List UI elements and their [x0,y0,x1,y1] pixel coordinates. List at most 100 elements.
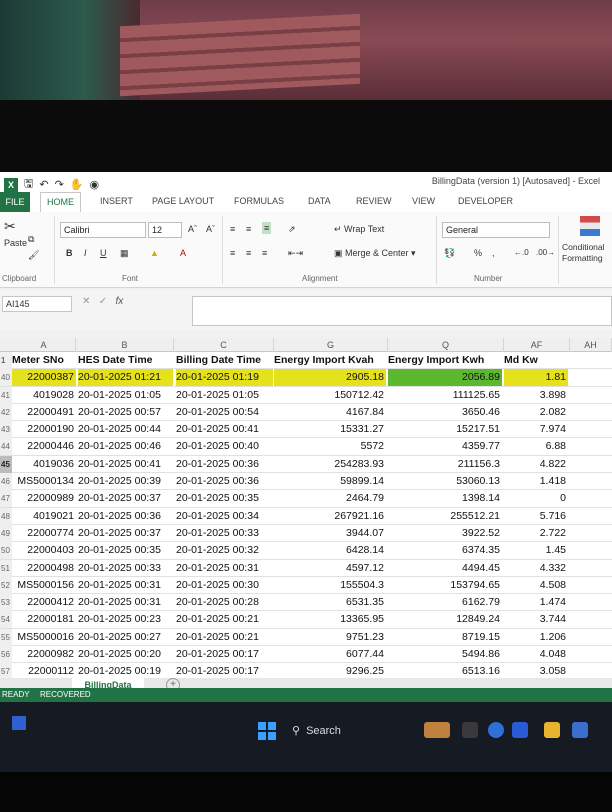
cell-energy-import-kvah[interactable]: 2464.79 [274,490,386,507]
cell-md-kw[interactable]: 3.898 [504,387,568,404]
cell-md-kw[interactable]: 1.474 [504,594,568,611]
conditional-formatting-icon[interactable] [580,216,600,236]
cell-md-kw[interactable]: 6.88 [504,438,568,455]
indent-icon[interactable]: ⇤⇥ [288,248,303,259]
cell-billing-date-time[interactable]: 20-01-2025 00:35 [176,490,273,507]
cell-billing-date-time[interactable]: 20-01-2025 00:21 [176,629,273,646]
cell-meter-sno[interactable]: 22000190 [12,421,76,438]
cell-billing-date-time[interactable]: 20-01-2025 00:28 [176,594,273,611]
tab-formulas[interactable]: FORMULAS [234,196,284,206]
cell-hes-date-time[interactable]: 20-01-2025 00:20 [78,646,173,663]
align-center-icon[interactable]: ≡ [246,248,251,258]
header-energy-import-kwh[interactable]: Energy Import Kwh [388,352,502,369]
news-widget-icon[interactable] [424,722,450,738]
cell-energy-import-kvah[interactable]: 2905.18 [274,369,386,387]
accounting-format-icon[interactable]: 💱 [444,248,455,259]
cell-md-kw[interactable]: 2.722 [504,525,568,542]
shrink-font-icon[interactable]: Aˇ [206,224,215,234]
cell-meter-sno[interactable]: 4019036 [12,456,76,473]
worksheet-grid[interactable]: A B C G Q AF AH 1 Meter SNo HES Date Tim… [0,338,612,681]
italic-button[interactable]: I [84,248,87,258]
row-number[interactable]: 54 [0,611,12,629]
align-top-icon[interactable]: ≡ [230,224,235,234]
cell-energy-import-kvah[interactable]: 3944.07 [274,525,386,542]
cell-meter-sno[interactable]: 22000491 [12,404,76,421]
font-name-select[interactable]: Calibri [60,222,146,238]
cell-hes-date-time[interactable]: 20-01-2025 01:05 [78,387,173,404]
row-number[interactable]: 40 [0,369,12,387]
row-number[interactable]: 55 [0,628,12,646]
cell-billing-date-time[interactable]: 20-01-2025 00:40 [176,438,273,455]
cell-billing-date-time[interactable]: 20-01-2025 00:32 [176,542,273,559]
cell-md-kw[interactable]: 3.744 [504,611,568,628]
cell-meter-sno[interactable]: 22000498 [12,560,76,577]
cell-hes-date-time[interactable]: 20-01-2025 00:33 [78,560,173,577]
comma-style-icon[interactable]: , [492,248,495,258]
file-explorer-icon[interactable] [544,722,560,738]
cell-energy-import-kvah[interactable]: 9751.23 [274,629,386,646]
cell-energy-import-kwh[interactable]: 8719.15 [388,629,502,646]
font-size-select[interactable]: 12 [148,222,182,238]
tab-data[interactable]: DATA [308,196,331,206]
row-number[interactable]: 56 [0,646,12,664]
cell-billing-date-time[interactable]: 20-01-2025 00:54 [176,404,273,421]
cell-energy-import-kwh[interactable]: 1398.14 [388,490,502,507]
column-header-af[interactable]: AF [504,338,570,352]
tab-view[interactable]: VIEW [412,196,435,206]
fill-color-icon[interactable]: ▲ [150,248,159,258]
cell-meter-sno[interactable]: MS5000156 [12,577,76,594]
cell-hes-date-time[interactable]: 20-01-2025 00:57 [78,404,173,421]
conditional-formatting-button[interactable]: Conditional Formatting [562,242,612,264]
cell-energy-import-kvah[interactable]: 254283.93 [274,456,386,473]
cell-md-kw[interactable]: 1.45 [504,542,568,559]
column-header-c[interactable]: C [174,338,274,352]
cell-md-kw[interactable]: 2.082 [504,404,568,421]
cell-energy-import-kvah[interactable]: 6428.14 [274,542,386,559]
taskbar-search[interactable]: ⚲ Search [292,724,341,737]
align-left-icon[interactable]: ≡ [230,248,235,258]
cell-energy-import-kwh[interactable]: 4359.77 [388,438,502,455]
header-energy-import-kvah[interactable]: Energy Import Kvah [274,352,386,369]
cell-meter-sno[interactable]: 22000387 [12,369,76,387]
row-number[interactable]: 51 [0,559,12,577]
cell-energy-import-kwh[interactable]: 12849.24 [388,611,502,628]
cell-energy-import-kvah[interactable]: 13365.95 [274,611,386,628]
font-color-icon[interactable]: A [180,248,186,258]
cell-meter-sno[interactable]: MS5000134 [12,473,76,490]
row-number[interactable]: 1 [0,352,12,369]
fx-icon[interactable]: fx [115,296,123,307]
cell-meter-sno[interactable]: MS5000016 [12,629,76,646]
row-number[interactable]: 50 [0,542,12,560]
cell-energy-import-kvah[interactable]: 4167.84 [274,404,386,421]
cell-md-kw[interactable]: 4.822 [504,456,568,473]
cell-hes-date-time[interactable]: 20-01-2025 00:44 [78,421,173,438]
cell-billing-date-time[interactable]: 20-01-2025 00:17 [176,646,273,663]
row-number[interactable]: 41 [0,386,12,404]
paste-button[interactable]: Paste [4,238,27,248]
cell-billing-date-time[interactable]: 20-01-2025 00:36 [176,456,273,473]
touch-mode-icon[interactable]: ✋ [70,178,84,191]
number-format-select[interactable]: General [442,222,550,238]
cell-energy-import-kwh[interactable]: 53060.13 [388,473,502,490]
cell-meter-sno[interactable]: 22000774 [12,525,76,542]
column-header-ah[interactable]: AH [570,338,612,352]
cell-meter-sno[interactable]: 22000181 [12,611,76,628]
cell-energy-import-kwh[interactable]: 5494.86 [388,646,502,663]
cell-hes-date-time[interactable]: 20-01-2025 00:41 [78,456,173,473]
wrap-text-button[interactable]: ↵ Wrap Text [334,224,384,235]
cell-hes-date-time[interactable]: 20-01-2025 00:31 [78,594,173,611]
header-billing-date-time[interactable]: Billing Date Time [176,352,273,369]
row-number[interactable]: 42 [0,403,12,421]
cell-energy-import-kwh[interactable]: 6374.35 [388,542,502,559]
app-icon[interactable] [572,722,588,738]
cell-meter-sno[interactable]: 4019028 [12,387,76,404]
cell-energy-import-kwh[interactable]: 3650.46 [388,404,502,421]
cell-billing-date-time[interactable]: 20-01-2025 00:31 [176,560,273,577]
align-middle-icon[interactable]: ≡ [246,224,251,234]
grow-font-icon[interactable]: Aˆ [188,224,197,234]
column-header-q[interactable]: Q [388,338,504,352]
row-number[interactable]: 52 [0,576,12,594]
cell-md-kw[interactable]: 5.716 [504,508,568,525]
cell-md-kw[interactable]: 1.81 [504,369,568,387]
cell-energy-import-kvah[interactable]: 6531.35 [274,594,386,611]
